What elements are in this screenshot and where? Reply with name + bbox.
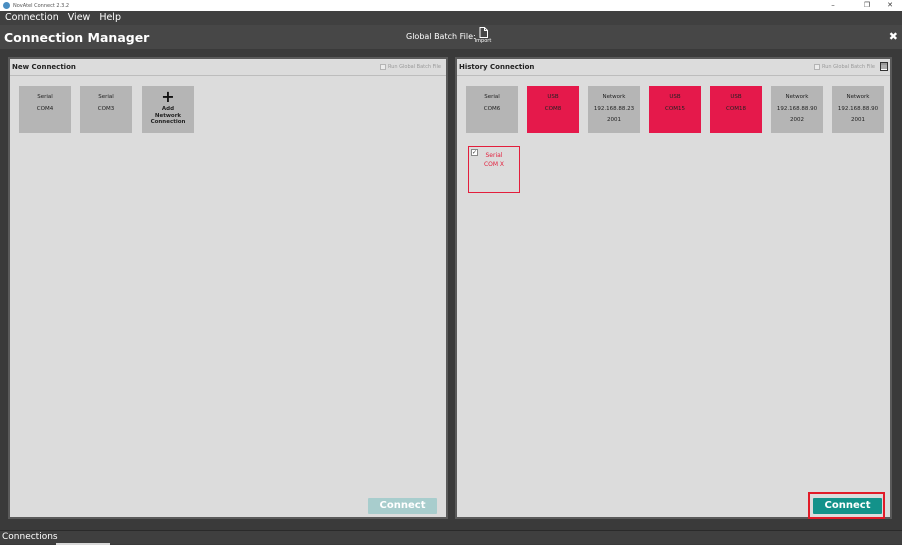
tile-type: Serial (98, 94, 114, 100)
tile-type: USB (730, 94, 742, 100)
file-import-icon (479, 27, 488, 38)
tile-port: COM18 (726, 106, 746, 112)
tile-type: Serial (484, 94, 500, 100)
history-connection-panel: History Connection Run Global Batch File… (455, 57, 892, 519)
add-network-connection-label: Add Network Connection (142, 106, 194, 126)
history-tile-usb-com8[interactable]: USB COM8 (527, 86, 579, 133)
tile-port: COM15 (665, 106, 685, 112)
history-tile-usb-com18[interactable]: USB COM18 (710, 86, 762, 133)
new-connection-tile-com4[interactable]: Serial COM4 (19, 86, 71, 133)
minimize-button[interactable]: – (819, 0, 847, 11)
import-button[interactable]: Import (472, 27, 494, 47)
tile-port-number: 2002 (790, 117, 804, 123)
maximize-button[interactable]: ❐ (853, 0, 881, 11)
history-connection-title: History Connection (459, 63, 535, 71)
tile-type: Serial (37, 94, 53, 100)
menu-help[interactable]: Help (95, 11, 125, 25)
app-logo-icon (3, 2, 10, 9)
close-icon[interactable]: ✖ (889, 30, 898, 43)
checkbox-icon (379, 64, 386, 70)
delete-icon[interactable] (880, 62, 888, 71)
tile-port-number: 2001 (851, 117, 865, 123)
window-title: NovAtel Connect 2.3.2 (13, 2, 70, 9)
history-tile-network-2001b[interactable]: Network 192.168.88.90 2001 (832, 86, 884, 133)
run-global-batch-checkbox[interactable]: Run Global Batch File (379, 64, 441, 70)
label-line: Connection (150, 119, 186, 125)
tile-port-number: 2001 (607, 117, 621, 123)
tile-port: COM6 (483, 106, 501, 112)
checkbox-icon (813, 64, 820, 70)
history-tile-network-2001[interactable]: Network 192.168.88.23 2001 (588, 86, 640, 133)
global-batch-file-label: Global Batch File: (406, 32, 476, 41)
run-global-batch-checkbox[interactable]: Run Global Batch File (813, 64, 875, 70)
window-titlebar: NovAtel Connect 2.3.2 – ❐ ✕ (0, 0, 902, 11)
status-bar: Connections (0, 530, 902, 545)
new-connection-header: New Connection Run Global Batch File (10, 59, 446, 76)
menu-connection[interactable]: Connection (1, 11, 63, 25)
import-label: Import (474, 38, 492, 44)
window-close-button[interactable]: ✕ (878, 0, 902, 11)
new-connection-panel: New Connection Run Global Batch File Ser… (8, 57, 448, 519)
history-connection-header: History Connection Run Global Batch File (457, 59, 890, 76)
run-global-batch-label: Run Global Batch File (387, 64, 441, 70)
connect-button-disabled[interactable]: Connect (368, 498, 437, 514)
tile-port: COM3 (97, 106, 115, 112)
tile-address: 192.168.88.90 (776, 106, 818, 112)
tile-address: 192.168.88.23 (593, 106, 635, 112)
tile-type: Network (785, 94, 809, 100)
run-global-batch-label: Run Global Batch File (821, 64, 875, 70)
history-tile-usb-com15[interactable]: USB COM15 (649, 86, 701, 133)
tile-type: USB (547, 94, 559, 100)
tile-port: COM X (483, 161, 505, 168)
menu-view[interactable]: View (64, 11, 95, 25)
tile-type: Network (602, 94, 626, 100)
new-connection-tile-com3[interactable]: Serial COM3 (80, 86, 132, 133)
tile-port: COM8 (544, 106, 562, 112)
new-connection-title: New Connection (12, 63, 76, 71)
menu-bar: Connection View Help (0, 11, 902, 25)
tile-port: COM4 (36, 106, 54, 112)
history-tile-serial-com6[interactable]: Serial COM6 (466, 86, 518, 133)
history-tile-network-2002[interactable]: Network 192.168.88.90 2002 (771, 86, 823, 133)
connect-button[interactable]: Connect (813, 498, 882, 514)
tile-type: Network (846, 94, 870, 100)
connections-tab[interactable]: Connections (2, 532, 58, 542)
connection-manager-header: Connection Manager Global Batch File: Im… (0, 25, 902, 49)
tile-address: 192.168.88.90 (837, 106, 879, 112)
tile-type: Serial (485, 152, 503, 159)
selected-serial-com-x-tile[interactable]: ✓ Serial COM X (468, 146, 520, 193)
tile-type: USB (669, 94, 681, 100)
add-network-connection-button[interactable]: + Add Network Connection (142, 86, 194, 133)
page-title: Connection Manager (4, 30, 150, 45)
plus-icon: + (161, 87, 175, 106)
